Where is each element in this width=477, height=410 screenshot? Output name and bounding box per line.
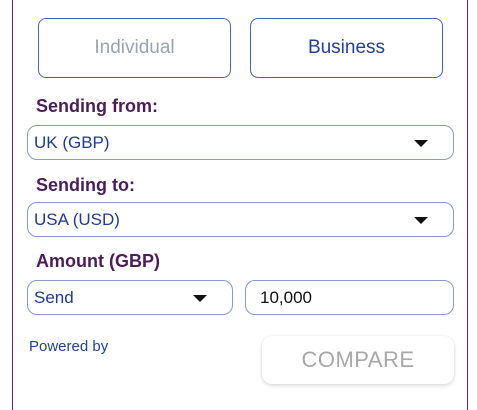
business-toggle-label: Business — [307, 37, 386, 58]
amount-value: 10,000 — [260, 287, 312, 307]
amount-mode-select[interactable]: Send — [27, 280, 233, 315]
sending-from-label: Sending from: — [36, 96, 158, 116]
sending-from-select[interactable]: UK (GBP) — [27, 125, 454, 160]
compare-label: COMPARE — [301, 347, 415, 372]
business-toggle-button[interactable]: Business — [250, 18, 443, 78]
caret-down-icon — [414, 217, 428, 224]
amount-mode-value: Send — [34, 287, 74, 307]
sending-to-label: Sending to: — [36, 175, 135, 195]
amount-input[interactable]: 10,000 — [245, 280, 454, 315]
amount-label: Amount (GBP) — [36, 251, 160, 271]
sending-from-value: UK (GBP) — [34, 132, 110, 152]
individual-toggle-button[interactable]: Individual — [38, 18, 231, 78]
sending-to-select[interactable]: USA (USD) — [27, 202, 454, 237]
powered-by-text: Powered by — [29, 338, 109, 355]
compare-button[interactable]: COMPARE — [262, 336, 454, 384]
individual-toggle-label: Individual — [94, 37, 175, 58]
caret-down-icon — [193, 295, 207, 302]
sending-to-value: USA (USD) — [34, 209, 120, 229]
caret-down-icon — [414, 140, 428, 147]
